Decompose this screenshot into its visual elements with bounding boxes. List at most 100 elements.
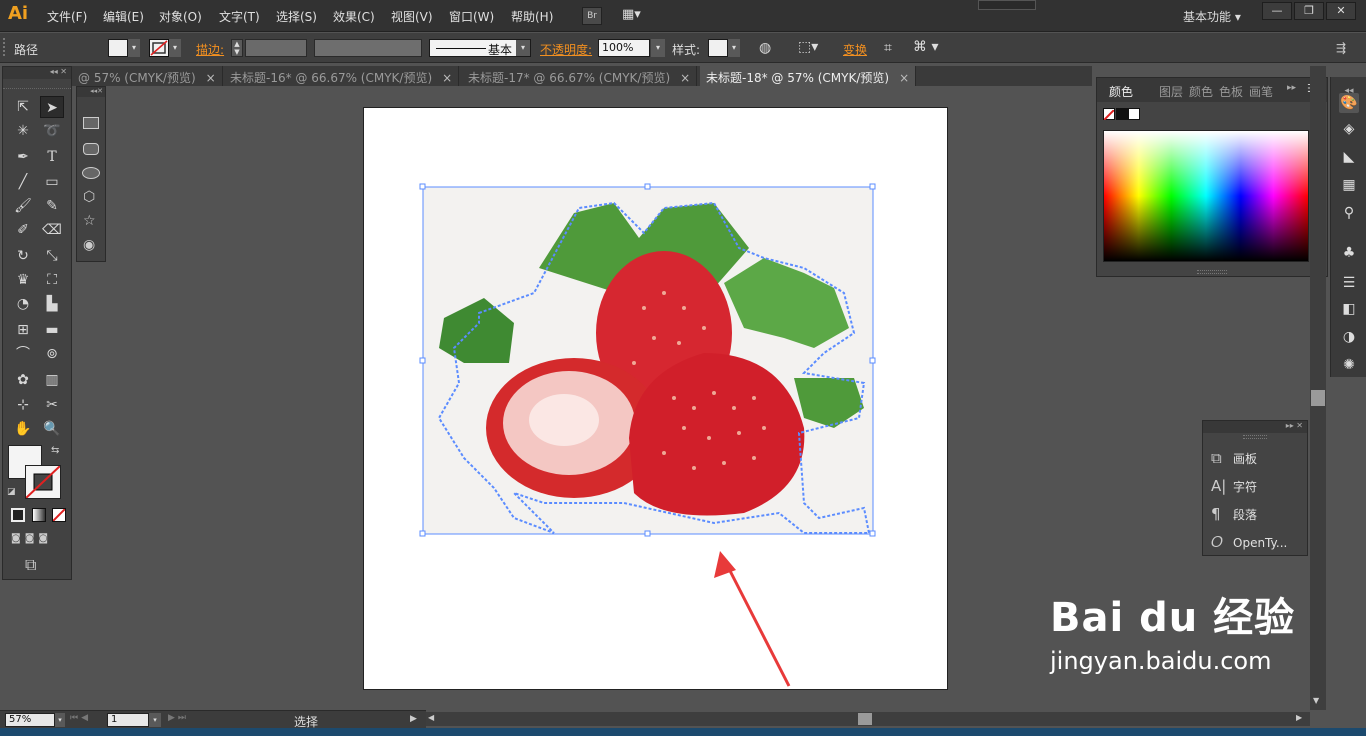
star-icon[interactable]: ☆ xyxy=(83,213,96,229)
rectangle-shape-icon[interactable] xyxy=(83,117,99,129)
color-spectrum[interactable] xyxy=(1103,130,1309,262)
pencil-icon[interactable]: ✎ xyxy=(40,195,64,217)
menu-effect[interactable]: 效果(C) xyxy=(333,8,375,25)
symbol-sprayer-icon[interactable]: ✿ xyxy=(11,369,35,391)
close-icon[interactable]: ✕ xyxy=(1326,2,1356,20)
gradient-tool-icon[interactable]: ▬ xyxy=(40,319,64,341)
next-last-artboard-icon[interactable]: ▶⏭ xyxy=(168,713,189,723)
menu-help[interactable]: 帮助(H) xyxy=(511,8,553,25)
minimize-icon[interactable]: — xyxy=(1262,2,1292,20)
panel-expand-icon[interactable]: ▸▸ xyxy=(1287,83,1296,93)
envelope-icon[interactable]: ⌘ ▾ xyxy=(913,39,938,55)
scale-tool-icon[interactable]: ⤡ xyxy=(40,245,64,267)
zoom-input[interactable]: 57% xyxy=(5,713,55,727)
default-colors-icon[interactable]: ◪ xyxy=(7,487,16,497)
tab-color[interactable]: 颜色 xyxy=(1109,83,1133,100)
close-icon[interactable]: × xyxy=(442,71,452,85)
close-icon[interactable]: × xyxy=(206,71,216,85)
pen-tool-icon[interactable]: ✒ xyxy=(11,146,35,168)
color-guide-icon[interactable]: ◣ xyxy=(1339,147,1359,167)
tab-document-17[interactable]: 未标题-17* @ 66.67% (CMYK/预览) × xyxy=(462,66,698,86)
graphic-style-swatch[interactable] xyxy=(708,39,728,57)
restore-icon[interactable]: ❐ xyxy=(1294,2,1324,20)
type-tool-icon[interactable]: T xyxy=(40,146,64,168)
rectangle-tool-icon[interactable]: ▭ xyxy=(40,171,64,193)
blob-brush-icon[interactable]: ✐ xyxy=(11,219,35,241)
white-swatch[interactable] xyxy=(1128,108,1140,120)
color-mode-icon[interactable] xyxy=(11,508,25,522)
opentype-panel-item[interactable]: 𝑂 OpenTy... xyxy=(1211,533,1287,551)
opacity-dropdown-icon[interactable]: ▾ xyxy=(651,39,665,57)
scroll-right-icon[interactable]: ▶ xyxy=(1296,713,1302,722)
recolor-artwork-icon[interactable]: ◍ xyxy=(759,40,771,56)
close-icon[interactable]: × xyxy=(899,71,909,85)
mesh-tool-icon[interactable]: ⊞ xyxy=(11,319,35,341)
layers-icon[interactable]: ◈ xyxy=(1339,119,1359,139)
tab-brushes[interactable]: 画笔 xyxy=(1249,83,1273,100)
lasso-icon[interactable]: ➰ xyxy=(40,120,64,142)
vertical-scroll-thumb[interactable] xyxy=(1311,390,1325,406)
panel-resize-grip[interactable] xyxy=(1197,270,1227,274)
slice-tool-icon[interactable]: ✂ xyxy=(40,394,64,416)
flare-icon[interactable]: ◉ xyxy=(83,237,95,253)
align-to-icon[interactable]: ⬚▾ xyxy=(798,39,818,55)
tab-swatches[interactable]: 色板 xyxy=(1219,83,1243,100)
free-transform-icon[interactable]: ⛶ xyxy=(40,269,64,291)
style-dropdown-icon[interactable]: ▾ xyxy=(728,39,740,57)
artboard-dropdown-icon[interactable]: ▾ xyxy=(149,713,161,727)
tab-document-1[interactable]: @ 57% (CMYK/预览) × xyxy=(72,66,223,86)
eyedropper-icon[interactable]: ⌒ xyxy=(11,343,35,365)
vertical-scrollbar[interactable]: ▼ xyxy=(1310,66,1326,710)
search-field[interactable] xyxy=(978,0,1036,10)
transparency-icon[interactable]: ◑ xyxy=(1339,327,1359,347)
line-tool-icon[interactable]: ╱ xyxy=(11,171,35,193)
artboard[interactable] xyxy=(363,107,948,690)
opacity-label[interactable]: 不透明度: xyxy=(540,41,592,58)
brushes-icon[interactable]: ⚲ xyxy=(1339,203,1359,223)
menu-file[interactable]: 文件(F) xyxy=(47,8,87,25)
blend-tool-icon[interactable]: ⊚ xyxy=(40,343,64,365)
zoom-tool-icon[interactable]: 🔍 xyxy=(40,418,64,440)
horizontal-scrollbar[interactable]: ◀ ▶ xyxy=(426,712,1310,726)
fill-dropdown-icon[interactable]: ▾ xyxy=(128,39,140,57)
tab-document-16[interactable]: 未标题-16* @ 66.67% (CMYK/预览) × xyxy=(224,66,460,86)
status-menu-icon[interactable]: ▶ xyxy=(410,714,417,724)
transform-label[interactable]: 变换 xyxy=(843,41,867,58)
eraser-icon[interactable]: ⌫ xyxy=(40,219,64,241)
symbols-icon[interactable]: ♣ xyxy=(1339,243,1359,263)
scroll-down-icon[interactable]: ▼ xyxy=(1313,696,1319,705)
stroke-swatch[interactable] xyxy=(149,39,169,57)
stroke-panel-icon[interactable]: ☰ xyxy=(1339,273,1359,293)
paintbrush-icon[interactable]: 🖌 xyxy=(11,195,35,217)
hand-tool-icon[interactable]: ✋ xyxy=(11,418,35,440)
rotate-tool-icon[interactable]: ↻ xyxy=(11,245,35,267)
width-tool-icon[interactable]: ♛ xyxy=(11,269,35,291)
character-panel-item[interactable]: A| 字符 xyxy=(1211,477,1257,495)
menu-window[interactable]: 窗口(W) xyxy=(449,8,494,25)
black-swatch[interactable] xyxy=(1116,108,1128,120)
draw-mode-icons[interactable]: ◙◙◙ xyxy=(11,533,67,547)
stroke-color-box[interactable] xyxy=(25,465,61,499)
shape-builder-icon[interactable]: ◔ xyxy=(11,293,35,315)
stroke-weight-field[interactable] xyxy=(245,39,307,57)
workspace-switcher[interactable]: 基本功能 ▾ xyxy=(1183,8,1241,25)
panel-menu-icon[interactable]: ⇶ xyxy=(1336,41,1346,55)
fill-swatch[interactable] xyxy=(108,39,128,57)
artboards-panel-item[interactable]: ⧉ 画板 xyxy=(1211,449,1257,467)
screen-mode-icon[interactable]: ⧉ xyxy=(25,555,36,575)
stroke-dropdown-icon[interactable]: ▾ xyxy=(169,39,181,57)
menu-type[interactable]: 文字(T) xyxy=(219,8,260,25)
tools-collapse-icon[interactable]: ◂◂ ✕ xyxy=(3,67,71,79)
tab-document-18[interactable]: 未标题-18* @ 57% (CMYK/预览) × xyxy=(700,66,917,86)
menu-object[interactable]: 对象(O) xyxy=(159,8,202,25)
tab-layers[interactable]: 图层 xyxy=(1159,83,1183,100)
artboard-tool-icon[interactable]: ⊹ xyxy=(11,394,35,416)
direct-selection-icon[interactable]: ⇱ xyxy=(11,96,35,118)
color-palette-icon[interactable]: 🎨 xyxy=(1339,93,1359,113)
magic-wand-icon[interactable]: ✳ xyxy=(11,120,35,142)
stroke-label[interactable]: 描边: xyxy=(196,41,224,58)
variable-width-profile[interactable] xyxy=(314,39,422,57)
none-swatch[interactable] xyxy=(1103,108,1115,121)
arrange-documents-icon[interactable]: ▦▾ xyxy=(622,7,650,25)
isolate-icon[interactable]: ⌗ xyxy=(884,40,892,56)
